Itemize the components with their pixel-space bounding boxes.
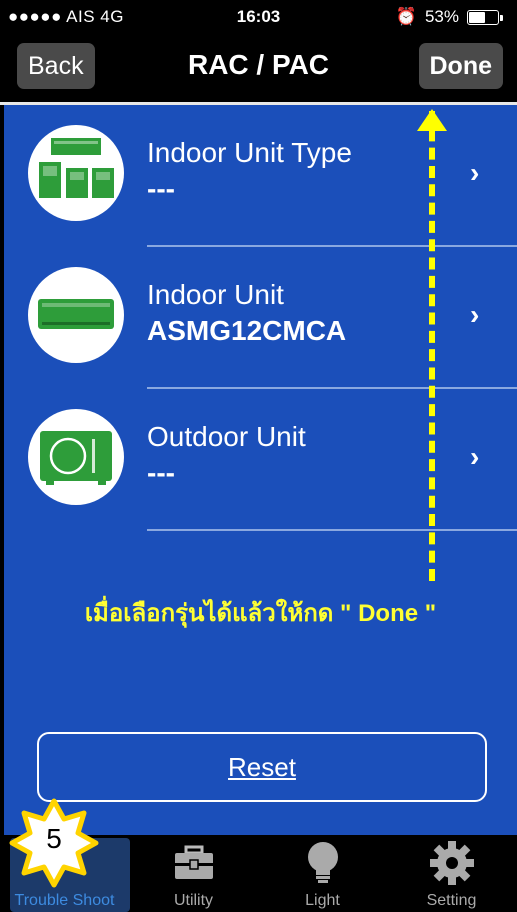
- item-title: Indoor Unit Type: [147, 137, 352, 168]
- toolbox-icon: [175, 845, 213, 879]
- tab-label: Light: [305, 892, 340, 909]
- navigation-bar: Back RAC / PAC Done: [0, 34, 517, 102]
- indoor-unit-icon: [28, 267, 124, 363]
- tab-label: Setting: [426, 892, 477, 909]
- done-button[interactable]: Done: [418, 43, 503, 89]
- item-value: ---: [147, 457, 175, 488]
- battery-icon: [467, 9, 503, 25]
- chevron-right-icon: ›: [470, 299, 480, 330]
- annotation-arrow-up-icon: [417, 109, 447, 131]
- tab-light[interactable]: Light: [258, 835, 387, 912]
- chevron-right-icon: ›: [470, 157, 480, 188]
- main-content: Indoor Unit Type --- › Indoor Unit ASMG1…: [4, 105, 517, 835]
- item-title: Indoor Unit: [147, 279, 284, 310]
- tab-utility[interactable]: Utility: [129, 835, 258, 912]
- row-divider: [147, 529, 517, 531]
- gear-icon: [430, 841, 474, 885]
- status-right: ⏰ 53%: [395, 7, 503, 27]
- list-item-indoor-unit[interactable]: Indoor Unit ASMG12CMCA ›: [4, 247, 517, 389]
- indoor-unit-type-icon: [28, 125, 124, 221]
- step-number: 5: [46, 823, 62, 854]
- tab-label: Trouble Shoot: [14, 892, 115, 909]
- annotation-arrow-line: [429, 111, 435, 581]
- item-title: Outdoor Unit: [147, 421, 306, 452]
- alarm-icon: ⏰: [395, 7, 417, 26]
- tab-label: Utility: [173, 892, 214, 909]
- list-item-outdoor-unit[interactable]: Outdoor Unit --- ›: [4, 389, 517, 531]
- outdoor-unit-icon: [28, 409, 124, 505]
- lightbulb-icon: [308, 842, 338, 883]
- chevron-right-icon: ›: [470, 441, 480, 472]
- item-value: ASMG12CMCA: [147, 315, 347, 346]
- instruction-text: เมื่อเลือกรุ่นได้แล้วให้กด " Done ": [84, 600, 437, 627]
- tab-setting[interactable]: Setting: [387, 835, 516, 912]
- reset-button[interactable]: Reset: [37, 732, 487, 802]
- status-bar: ●●●●● AIS 4G 16:03 ⏰ 53%: [0, 0, 517, 34]
- item-value: ---: [147, 173, 175, 204]
- step-badge: 5: [8, 797, 100, 889]
- battery-percent: 53%: [424, 7, 459, 26]
